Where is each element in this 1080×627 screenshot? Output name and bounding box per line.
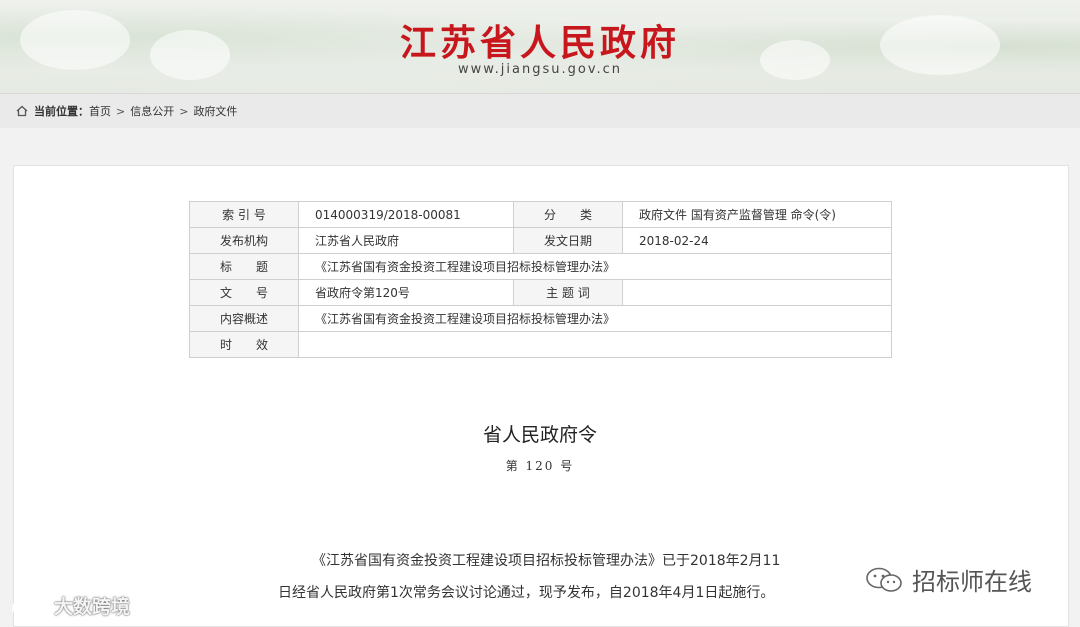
table-row: 文 号 省政府令第120号 主 题 词 <box>189 279 892 306</box>
breadcrumb-separator: > <box>116 104 126 118</box>
document-meta-table: 索 引 号 014000319/2018-00081 分 类 政府文件 国有资产… <box>189 201 892 358</box>
docno-label: 文 号 <box>189 279 299 306</box>
category-label: 分 类 <box>513 201 623 228</box>
wechat-icon <box>866 567 902 592</box>
table-row: 发布机构 江苏省人民政府 发文日期 2018-02-24 <box>189 227 892 254</box>
index-label: 索 引 号 <box>189 201 299 228</box>
title-value: 《江苏省国有资金投资工程建设项目招标投标管理办法》 <box>298 253 892 280</box>
date-label: 发文日期 <box>513 227 623 254</box>
validity-value <box>298 331 892 358</box>
summary-label: 内容概述 <box>189 305 299 332</box>
title-label: 标 题 <box>189 253 299 280</box>
date-value: 2018-02-24 <box>622 227 892 254</box>
watermark-left: 大数跨境 <box>10 592 130 619</box>
weibo-icon <box>11 597 47 616</box>
breadcrumb-label: 当前位置： <box>34 105 89 118</box>
site-title: 江苏省人民政府 <box>399 22 680 64</box>
watermark-left-text: 大数跨境 <box>54 596 131 618</box>
issuer-value: 江苏省人民政府 <box>298 227 514 254</box>
subject-label: 主 题 词 <box>513 279 623 306</box>
issuer-label: 发布机构 <box>189 227 299 254</box>
breadcrumb-separator: > <box>179 104 189 118</box>
breadcrumb-gov-docs[interactable]: 政府文件 <box>193 103 237 119</box>
validity-label: 时 效 <box>189 331 299 358</box>
index-value: 014000319/2018-00081 <box>298 201 514 228</box>
breadcrumb-info-public[interactable]: 信息公开 <box>130 103 174 119</box>
document-body-line: 《江苏省国有资金投资工程建设项目招标投标管理办法》已于2018年2月11 <box>312 553 781 569</box>
category-value: 政府文件 国有资产监督管理 命令(令) <box>622 201 892 228</box>
docno-value: 省政府令第120号 <box>298 279 514 306</box>
watermark-right-text: 招标师在线 <box>912 568 1032 596</box>
site-url: www.jiangsu.gov.cn <box>457 62 623 77</box>
document-body-line: 日经省人民政府第1次常务会议讨论通过，现予发布，自2018年4月1日起施行。 <box>278 585 775 601</box>
table-row: 索 引 号 014000319/2018-00081 分 类 政府文件 国有资产… <box>189 201 892 228</box>
watermark-right: 招标师在线 <box>864 562 1032 597</box>
header-banner: 江苏省人民政府 www.jiangsu.gov.cn <box>0 0 1080 94</box>
breadcrumb-home[interactable]: 首页 <box>89 103 111 119</box>
document-heading: 省人民政府令 <box>482 424 597 446</box>
summary-value: 《江苏省国有资金投资工程建设项目招标投标管理办法》 <box>298 305 892 332</box>
document-number: 第 120 号 <box>505 459 575 473</box>
subject-value <box>622 279 892 306</box>
breadcrumb: 当前位置： 首页 > 信息公开 > 政府文件 <box>0 94 1080 128</box>
table-row: 标 题 《江苏省国有资金投资工程建设项目招标投标管理办法》 <box>189 253 892 280</box>
table-row: 内容概述 《江苏省国有资金投资工程建设项目招标投标管理办法》 <box>189 305 892 332</box>
table-row: 时 效 <box>189 331 892 358</box>
home-icon <box>16 105 28 117</box>
